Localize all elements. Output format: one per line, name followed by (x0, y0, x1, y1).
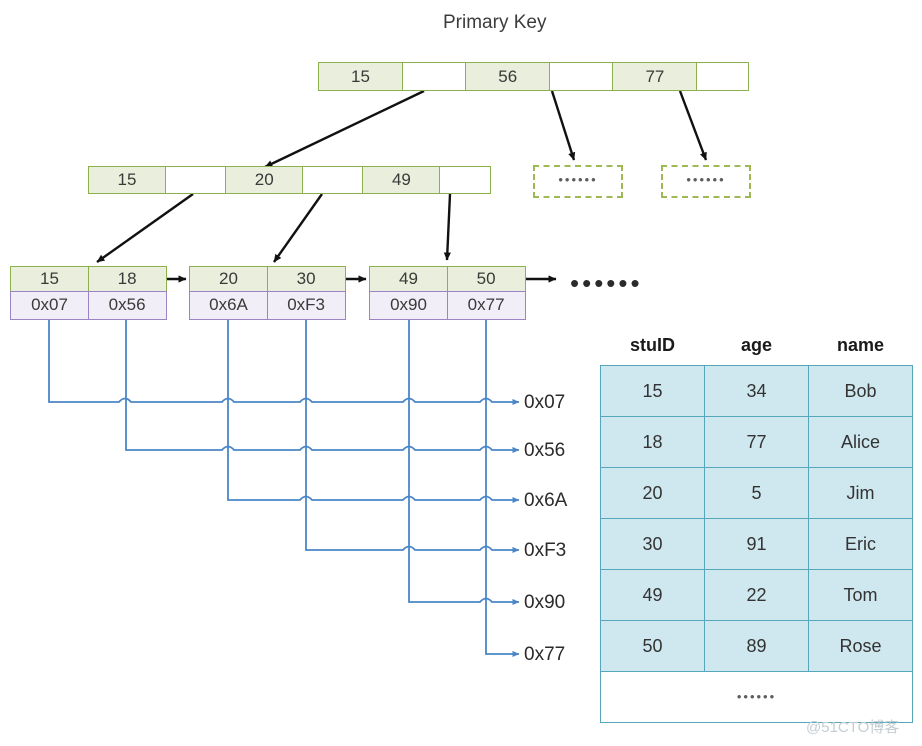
cell-age: 5 (704, 467, 809, 519)
internal-cell-ptr-0[interactable] (164, 166, 227, 194)
address-label-0x90: 0x90 (524, 592, 566, 613)
table-continuation-row: •••••• (600, 671, 913, 723)
cell-name: Rose (808, 620, 913, 672)
cell-stuid: 49 (600, 569, 705, 621)
table-row[interactable]: 20 5 Jim (600, 467, 913, 519)
leaf-2-key-0[interactable]: 20 (189, 266, 268, 292)
root-cell-key-0[interactable]: 15 (318, 62, 403, 91)
leaf-node-1: 15 18 0x07 0x56 (10, 266, 167, 320)
root-cell-key-2[interactable]: 77 (612, 62, 698, 91)
cell-name: Bob (808, 365, 913, 417)
address-label-0x56: 0x56 (524, 440, 566, 461)
address-label-0x6A: 0x6A (524, 490, 568, 511)
cell-stuid: 30 (600, 518, 705, 570)
leaf-2-key-1[interactable]: 30 (266, 266, 346, 292)
root-cell-ptr-1[interactable] (548, 62, 614, 91)
cell-age: 89 (704, 620, 809, 672)
leaf-1-pointer-row: 0x07 0x56 (10, 290, 167, 320)
root-node: 15 56 77 (318, 62, 750, 91)
cell-age: 34 (704, 365, 809, 417)
column-header-name: name (836, 335, 885, 355)
student-data-table: stuID age name 15 34 Bob 18 77 Alice 20 … (600, 335, 913, 723)
leaf-2-pointer-0[interactable]: 0x6A (189, 290, 268, 320)
leaf-2-key-row: 20 30 (189, 266, 346, 292)
page-title: Primary Key (443, 12, 547, 33)
cell-stuid: 50 (600, 620, 705, 672)
leaf-1-key-1[interactable]: 18 (87, 266, 167, 292)
address-label-0xF3: 0xF3 (524, 540, 567, 561)
root-child-arrows (264, 89, 708, 169)
address-label-0x77: 0x77 (524, 644, 566, 665)
cell-name: Alice (808, 416, 913, 468)
table-row[interactable]: 30 91 Eric (600, 518, 913, 570)
placeholder-node-1: •••••• (533, 165, 623, 198)
placeholder-dots-1: •••••• (558, 172, 598, 187)
cell-name: Eric (808, 518, 913, 570)
internal-cell-key-2[interactable]: 49 (362, 166, 441, 194)
column-header-stuid: stuID (630, 335, 675, 355)
diagram-canvas: Primary Key 15 56 77 15 20 49 •••••• •••… (0, 0, 922, 746)
leaf-chain-continuation: •••••• (570, 268, 643, 298)
placeholder-dots-2: •••••• (686, 172, 726, 187)
internal-node: 15 20 49 (88, 166, 492, 194)
table-row[interactable]: 15 34 Bob (600, 365, 913, 417)
root-cell-ptr-2[interactable] (696, 62, 750, 91)
leaf-1-pointer-1[interactable]: 0x56 (87, 290, 167, 320)
root-cell-ptr-0[interactable] (401, 62, 467, 91)
watermark: @51CTO博客 (806, 719, 900, 736)
cell-age: 91 (704, 518, 809, 570)
internal-cell-ptr-2[interactable] (439, 166, 492, 194)
continuation-dots-label: •••••• (736, 689, 777, 704)
table-row[interactable]: 18 77 Alice (600, 416, 913, 468)
root-cell-key-1[interactable]: 56 (465, 62, 551, 91)
internal-cell-ptr-1[interactable] (301, 166, 364, 194)
leaf-3-pointer-row: 0x90 0x77 (369, 290, 526, 320)
leaf-3-key-row: 49 50 (369, 266, 526, 292)
leaf-3-key-0[interactable]: 49 (369, 266, 448, 292)
internal-cell-key-0[interactable]: 15 (88, 166, 166, 194)
address-label-0x07: 0x07 (524, 392, 566, 413)
leaf-1-key-0[interactable]: 15 (10, 266, 89, 292)
internal-cell-key-1[interactable]: 20 (225, 166, 304, 194)
column-header-age: age (740, 335, 773, 355)
cell-age: 22 (704, 569, 809, 621)
leaf-3-key-1[interactable]: 50 (446, 266, 526, 292)
leaf-3-pointer-0[interactable]: 0x90 (369, 290, 448, 320)
cell-age: 77 (704, 416, 809, 468)
leaf-3-pointer-1[interactable]: 0x77 (446, 290, 526, 320)
leaf-2-pointer-1[interactable]: 0xF3 (266, 290, 346, 320)
cell-stuid: 15 (600, 365, 705, 417)
pointer-wires (48, 320, 520, 658)
leaf-2-pointer-row: 0x6A 0xF3 (189, 290, 346, 320)
leaf-node-2: 20 30 0x6A 0xF3 (189, 266, 346, 320)
table-row[interactable]: 50 89 Rose (600, 620, 913, 672)
leaf-1-pointer-0[interactable]: 0x07 (10, 290, 89, 320)
cell-stuid: 18 (600, 416, 705, 468)
cell-name: Tom (808, 569, 913, 621)
placeholder-node-2: •••••• (661, 165, 751, 198)
table-row[interactable]: 49 22 Tom (600, 569, 913, 621)
leaf-1-key-row: 15 18 (10, 266, 167, 292)
table-header-row: stuID age name (601, 335, 913, 366)
leaf-node-3: 49 50 0x90 0x77 (369, 266, 526, 320)
internal-child-arrows (96, 193, 452, 263)
cell-stuid: 20 (600, 467, 705, 519)
cell-name: Jim (808, 467, 913, 519)
table-continuation-dots: •••••• (600, 671, 913, 723)
